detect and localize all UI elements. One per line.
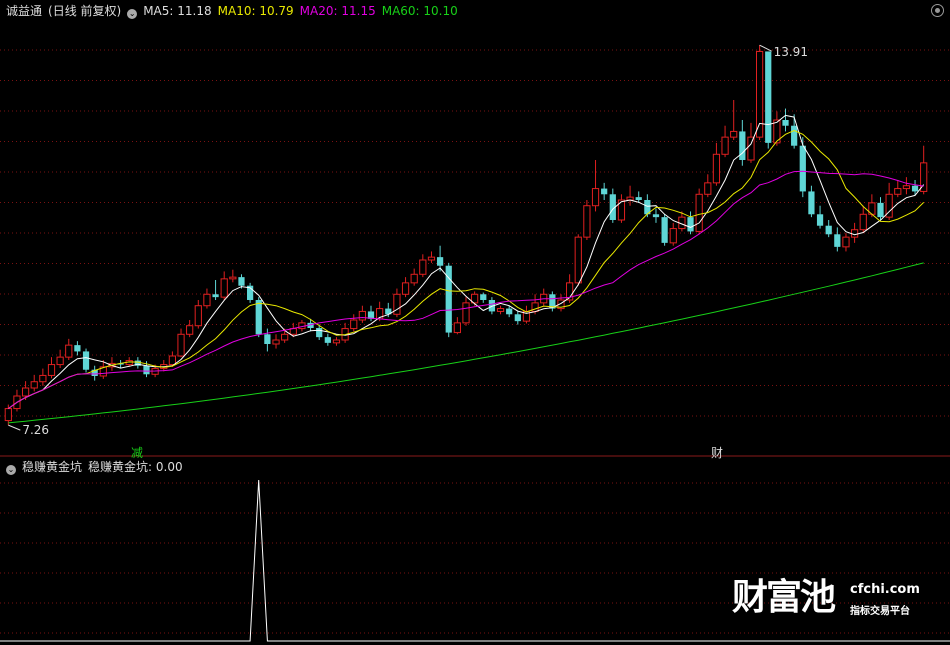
candle <box>220 278 228 298</box>
settings-icon[interactable] <box>931 4 944 17</box>
candle <box>212 294 219 298</box>
candle <box>480 294 487 300</box>
candle <box>332 339 341 344</box>
candle <box>419 259 427 275</box>
candle <box>704 182 712 195</box>
candle <box>687 217 694 232</box>
watermark-brand: 财富池 <box>732 577 836 618</box>
tag-right: 财 <box>711 446 724 460</box>
candle <box>410 273 418 284</box>
candle <box>859 213 867 231</box>
candle <box>281 333 289 341</box>
ma60-label: MA60: 10.10 <box>381 4 458 18</box>
candle <box>791 125 798 146</box>
candle <box>194 305 202 327</box>
candle <box>894 188 902 195</box>
indicator-header: ⌄ 稳赚黄金坑 稳赚黄金坑: 0.00 <box>6 460 189 475</box>
candle <box>143 365 150 375</box>
ma20-label: MA20: 11.15 <box>299 4 376 18</box>
candle <box>177 333 185 357</box>
candle <box>911 185 919 192</box>
indicator-name: 稳赚黄金坑 <box>22 460 83 474</box>
high-pointer <box>759 44 772 52</box>
candle <box>583 205 591 238</box>
candle <box>272 339 280 345</box>
candle <box>712 153 721 184</box>
high-label: 13.91 <box>774 45 808 59</box>
watermark-slogan: 指标交易平台 <box>850 606 910 617</box>
candle <box>401 282 410 295</box>
candle <box>427 256 436 261</box>
candle <box>255 300 262 335</box>
ma10-label: MA10: 10.79 <box>217 4 294 18</box>
candle <box>30 381 38 389</box>
candle <box>436 257 444 266</box>
watermark: 财富池 cfchi.com 指标交易平台 <box>732 577 920 618</box>
low-pointer <box>8 424 21 431</box>
candle <box>730 130 738 138</box>
candle <box>808 191 815 215</box>
period-label: (日线 前复权) <box>48 4 122 18</box>
ma5-label: MA5: 11.18 <box>143 4 212 18</box>
candle <box>695 193 703 232</box>
candle <box>65 344 73 358</box>
candle <box>782 120 789 126</box>
candle <box>902 185 911 190</box>
candle <box>514 314 521 322</box>
candle <box>574 236 582 284</box>
ma60-line <box>8 262 924 424</box>
candle <box>186 325 194 335</box>
candle <box>635 197 642 200</box>
candle <box>496 308 505 312</box>
candle <box>82 351 90 370</box>
candle <box>506 308 513 315</box>
candle <box>21 387 30 397</box>
candle <box>324 337 331 343</box>
candle <box>601 188 608 195</box>
candle <box>652 214 660 218</box>
tag-left: 减 <box>131 446 144 460</box>
kline-chart[interactable]: 13.91 7.26 <box>0 0 950 645</box>
candle <box>453 322 461 334</box>
candle <box>168 355 177 366</box>
candle <box>264 334 271 344</box>
candle <box>747 136 755 161</box>
indicator-dropdown-icon[interactable]: ⌄ <box>6 465 16 475</box>
candle <box>842 236 850 248</box>
candle <box>229 276 237 280</box>
candle <box>816 214 824 226</box>
candle <box>56 356 64 366</box>
candle <box>316 328 323 338</box>
candle <box>765 51 772 143</box>
candle <box>834 234 841 247</box>
dropdown-icon[interactable]: ⌄ <box>127 9 138 19</box>
candle <box>721 136 729 155</box>
indicator-value: 稳赚黄金坑: 0.00 <box>88 460 183 474</box>
candle <box>669 228 677 244</box>
candle <box>661 217 668 243</box>
candle <box>350 319 358 330</box>
stock-name: 诚益通 <box>6 4 43 18</box>
low-label: 7.26 <box>22 423 49 437</box>
candle <box>739 131 746 160</box>
candle <box>358 310 366 321</box>
main-header: 诚益通 (日线 前复权) ⌄ MA5: 11.18 MA10: 10.79 MA20: 1… <box>6 4 464 19</box>
ma5-line <box>8 114 925 410</box>
candle <box>39 374 47 383</box>
candle <box>877 202 884 218</box>
watermark-site: cfchi.com <box>850 582 920 597</box>
candle <box>203 293 211 307</box>
candle <box>238 277 245 286</box>
candle <box>47 364 56 376</box>
candle <box>462 302 470 324</box>
candle <box>74 345 81 352</box>
candle <box>4 408 12 422</box>
candle <box>591 188 600 207</box>
candle <box>825 225 832 235</box>
candle <box>799 145 806 192</box>
